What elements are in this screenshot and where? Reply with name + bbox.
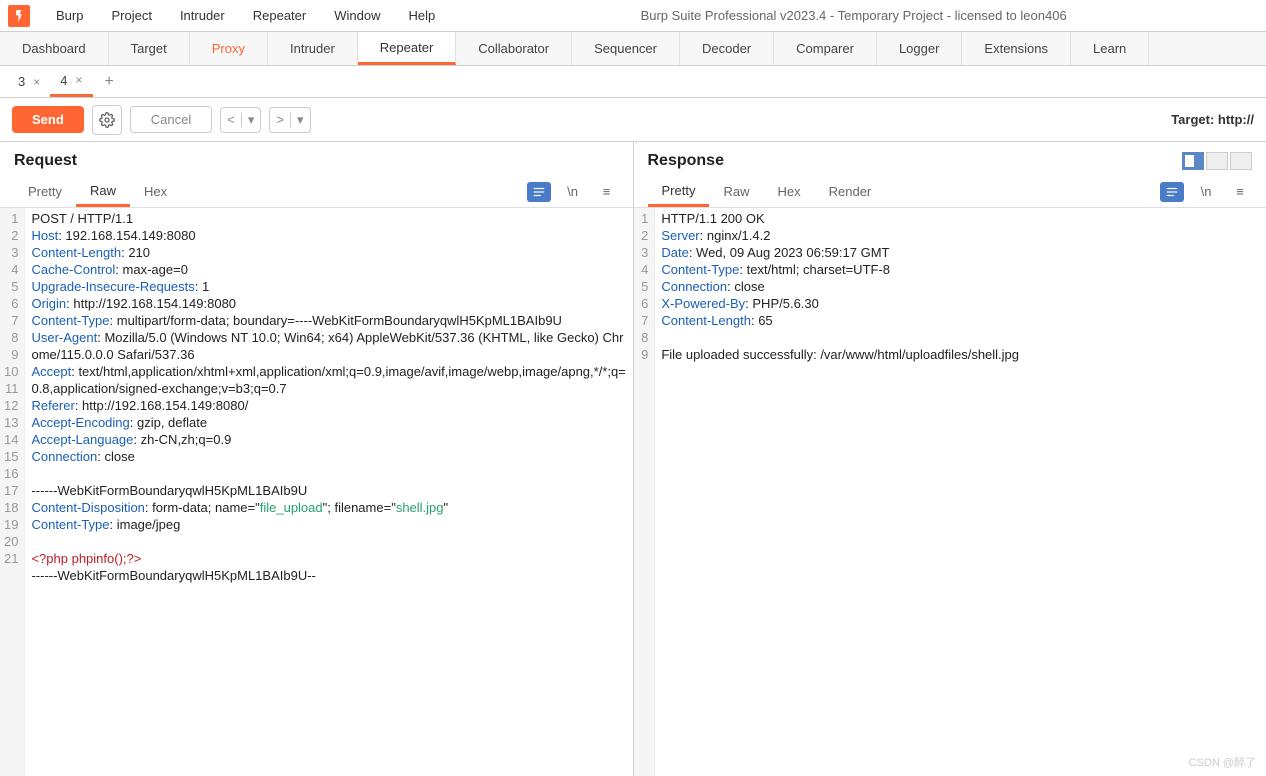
response-menu-icon[interactable]: ≡	[1228, 182, 1252, 202]
response-title: Response	[648, 152, 1183, 170]
titlebar: BurpProjectIntruderRepeaterWindowHelp Bu…	[0, 0, 1266, 32]
repeater-tab-3[interactable]: 3×	[8, 66, 50, 97]
tab-sequencer[interactable]: Sequencer	[572, 32, 680, 65]
newline-icon[interactable]: \n	[561, 182, 585, 202]
tab-proxy[interactable]: Proxy	[190, 32, 268, 65]
close-icon[interactable]: ×	[33, 75, 40, 89]
send-button[interactable]: Send	[12, 106, 84, 133]
request-title: Request	[14, 152, 619, 170]
view-tab-render[interactable]: Render	[815, 176, 886, 207]
layout-switcher[interactable]	[1182, 152, 1252, 170]
menu-repeater[interactable]: Repeater	[239, 8, 320, 23]
add-tab-button[interactable]: +	[93, 73, 126, 91]
repeater-tab-4[interactable]: 4×	[50, 66, 92, 97]
tab-learn[interactable]: Learn	[1071, 32, 1149, 65]
view-tab-raw[interactable]: Raw	[76, 176, 130, 207]
response-pane: Response PrettyRawHexRender \n ≡ 1 2 3 4…	[633, 142, 1266, 776]
settings-gear-icon[interactable]	[92, 105, 122, 135]
newline-icon[interactable]: \n	[1194, 182, 1218, 202]
response-editor[interactable]: 1 2 3 4 5 6 7 8 9 HTTP/1.1 200 OK Server…	[634, 208, 1266, 776]
tab-dashboard[interactable]: Dashboard	[0, 32, 109, 65]
cancel-button[interactable]: Cancel	[130, 106, 212, 133]
menu-help[interactable]: Help	[394, 8, 449, 23]
view-tab-hex[interactable]: Hex	[130, 176, 181, 207]
repeater-sub-tabs: 3×4× +	[0, 66, 1266, 98]
tab-intruder[interactable]: Intruder	[268, 32, 358, 65]
layout-stack-icon[interactable]	[1206, 152, 1228, 170]
response-actions-icon[interactable]	[1160, 182, 1184, 202]
tab-extensions[interactable]: Extensions	[962, 32, 1071, 65]
watermark: CSDN @醉了	[1189, 754, 1256, 770]
view-tab-pretty[interactable]: Pretty	[14, 176, 76, 207]
menu-window[interactable]: Window	[320, 8, 394, 23]
window-title: Burp Suite Professional v2023.4 - Tempor…	[449, 8, 1258, 23]
request-actions-icon[interactable]	[527, 182, 551, 202]
view-tab-pretty[interactable]: Pretty	[648, 176, 710, 207]
layout-single-icon[interactable]	[1230, 152, 1252, 170]
response-view-tabs: PrettyRawHexRender \n ≡	[634, 176, 1266, 208]
request-menu-icon[interactable]: ≡	[595, 182, 619, 202]
request-response-panes: Request PrettyRawHex \n ≡ 1 2 3 4 5 6 7 …	[0, 142, 1266, 776]
nav-back-button[interactable]: <▾	[220, 107, 261, 133]
tab-repeater[interactable]: Repeater	[358, 32, 456, 65]
tab-logger[interactable]: Logger	[877, 32, 962, 65]
request-pane: Request PrettyRawHex \n ≡ 1 2 3 4 5 6 7 …	[0, 142, 633, 776]
tab-target[interactable]: Target	[109, 32, 190, 65]
menu-intruder[interactable]: Intruder	[166, 8, 239, 23]
burp-logo-icon	[8, 5, 30, 27]
request-view-tabs: PrettyRawHex \n ≡	[0, 176, 633, 208]
tab-comparer[interactable]: Comparer	[774, 32, 877, 65]
tab-decoder[interactable]: Decoder	[680, 32, 774, 65]
close-icon[interactable]: ×	[75, 73, 82, 87]
nav-forward-button[interactable]: >▾	[269, 107, 310, 133]
menu-project[interactable]: Project	[97, 8, 165, 23]
main-tab-bar: DashboardTargetProxyIntruderRepeaterColl…	[0, 32, 1266, 66]
target-label[interactable]: Target: http://	[1171, 112, 1254, 127]
tab-collaborator[interactable]: Collaborator	[456, 32, 572, 65]
request-editor[interactable]: 1 2 3 4 5 6 7 8 9 10 11 12 13 14 15 16 1…	[0, 208, 633, 776]
layout-split-icon[interactable]	[1182, 152, 1204, 170]
menu-burp[interactable]: Burp	[42, 8, 97, 23]
view-tab-hex[interactable]: Hex	[763, 176, 814, 207]
view-tab-raw[interactable]: Raw	[709, 176, 763, 207]
repeater-toolbar: Send Cancel <▾ >▾ Target: http://	[0, 98, 1266, 142]
